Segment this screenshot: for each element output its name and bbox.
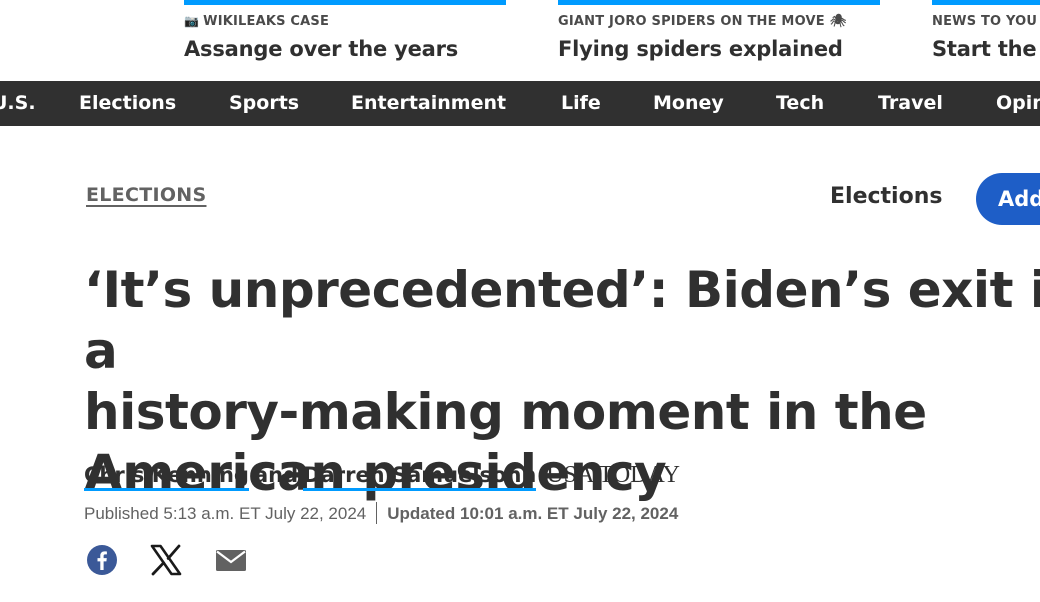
byline: Chris Kenning and Darren Samuelsohn USA TOD… bbox=[84, 462, 680, 491]
nav-item-sports[interactable]: Sports bbox=[229, 81, 299, 126]
facebook-icon[interactable] bbox=[86, 542, 120, 578]
trending-accent-bar bbox=[558, 0, 880, 5]
trending-headline[interactable]: Start the bbox=[932, 37, 1037, 61]
byline-and: and bbox=[253, 463, 299, 487]
main-nav: U.S. Elections Sports Entertainment Life… bbox=[0, 81, 1040, 126]
nav-item-tech[interactable]: Tech bbox=[776, 81, 824, 126]
nav-item-opinion[interactable]: Opinion bbox=[996, 81, 1040, 126]
topic-name: Elections bbox=[830, 184, 943, 209]
email-icon[interactable] bbox=[214, 542, 248, 578]
nav-item-life[interactable]: Life bbox=[561, 81, 601, 126]
author-link[interactable]: Chris Kenning bbox=[84, 463, 249, 491]
trending-strip: 📷 WIKILEAKS CASE Assange over the years G… bbox=[0, 0, 1040, 80]
trending-headline[interactable]: Flying spiders explained bbox=[558, 37, 843, 61]
trending-item-wikileaks[interactable]: 📷 WIKILEAKS CASE Assange over the years bbox=[184, 0, 506, 80]
nav-item-entertainment[interactable]: Entertainment bbox=[351, 81, 506, 126]
trending-item-spiders[interactable]: GIANT JORO SPIDERS ON THE MOVE 🕷 Flying s… bbox=[558, 0, 880, 80]
nav-item-us[interactable]: U.S. bbox=[0, 81, 36, 126]
camera-icon: 📷 bbox=[184, 14, 200, 28]
updated-date: Updated 10:01 a.m. ET July 22, 2024 bbox=[387, 504, 679, 523]
trending-accent-bar bbox=[932, 0, 1040, 5]
trending-kicker: GIANT JORO SPIDERS ON THE MOVE 🕷 bbox=[558, 14, 847, 29]
trending-kicker: NEWS TO YOU bbox=[932, 14, 1038, 29]
trending-kicker-text: WIKILEAKS CASE bbox=[203, 14, 330, 29]
trending-item-news-to-you[interactable]: NEWS TO YOU Start the bbox=[932, 0, 1040, 80]
section-link[interactable]: ELECTIONS bbox=[86, 184, 206, 206]
trending-kicker: 📷 WIKILEAKS CASE bbox=[184, 14, 329, 29]
nav-item-travel[interactable]: Travel bbox=[878, 81, 943, 126]
spider-icon: 🕷 bbox=[829, 14, 847, 29]
published-date: Published 5:13 a.m. ET July 22, 2024 bbox=[84, 504, 367, 523]
publication-name: USA TODAY bbox=[546, 462, 680, 488]
trending-headline[interactable]: Assange over the years bbox=[184, 37, 458, 61]
nav-item-elections[interactable]: Elections bbox=[79, 81, 176, 126]
trending-accent-bar bbox=[184, 0, 506, 5]
add-topic-button[interactable]: Add bbox=[976, 173, 1040, 225]
article-dates: Published 5:13 a.m. ET July 22, 2024 Upda… bbox=[84, 502, 678, 524]
trending-kicker-text: GIANT JORO SPIDERS ON THE MOVE bbox=[558, 14, 825, 29]
nav-item-money[interactable]: Money bbox=[653, 81, 724, 126]
x-icon[interactable] bbox=[149, 542, 183, 578]
author-link[interactable]: Darren Samuelsohn bbox=[303, 463, 537, 491]
date-divider bbox=[376, 502, 378, 524]
